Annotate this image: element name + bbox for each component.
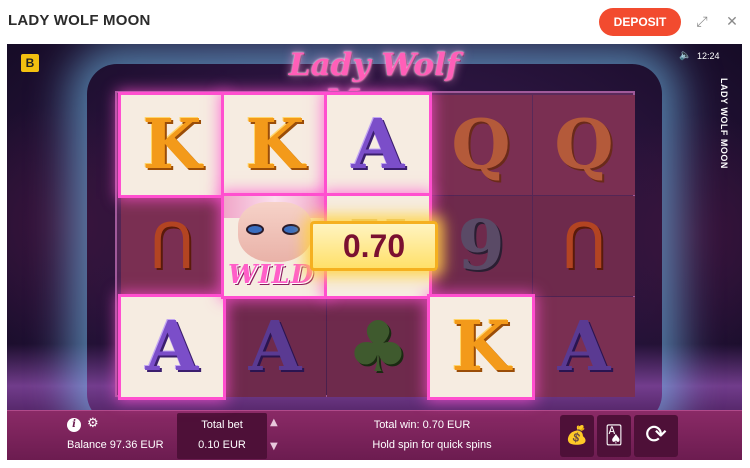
deposit-button[interactable]: DEPOSIT: [599, 8, 681, 36]
symbol-a: A: [351, 105, 405, 185]
reel-symbol: A: [327, 95, 429, 195]
brand-logo: B: [21, 54, 39, 72]
symbol-k: K: [451, 307, 511, 387]
vertical-game-title: LADY WOLF MOON: [719, 78, 729, 169]
reel-symbol: Q: [430, 95, 532, 195]
game-title: LADY WOLF MOON: [8, 12, 151, 29]
cards-icon[interactable]: 🂡: [597, 415, 631, 457]
total-bet-box[interactable]: Total bet 0.10 EUR: [177, 413, 267, 459]
reel-symbol: A: [224, 297, 326, 397]
info-icon[interactable]: i: [67, 418, 81, 432]
fullscreen-icon[interactable]: ⤢: [690, 10, 714, 34]
reel-symbol: Ո: [121, 196, 223, 296]
wild-face: [238, 202, 312, 262]
reel-symbol: Q: [533, 95, 635, 195]
horseshoe-icon: Ո: [561, 209, 607, 283]
reel-symbol: K: [121, 95, 223, 195]
reel-symbol: K: [430, 297, 532, 397]
symbol-k: K: [245, 105, 305, 185]
symbol-q: Q: [554, 105, 614, 185]
total-win-text: Total win: 0.70 EUR: [373, 419, 471, 431]
reel-symbol: ♣: [327, 297, 429, 397]
symbol-a: A: [557, 307, 611, 387]
symbol-k: K: [142, 105, 202, 185]
quick-spin-hint: Hold spin for quick spins: [372, 439, 492, 451]
reel-symbol: 9: [430, 196, 532, 296]
symbol-a: A: [248, 307, 302, 387]
bet-decrease-icon[interactable]: ▼: [270, 441, 278, 452]
reel-symbol: A: [533, 297, 635, 397]
clover-icon: ♣: [346, 306, 410, 388]
game-canvas[interactable]: B 🔈 12:24 LADY WOLF MOON Lady Wolf Moon …: [7, 44, 742, 460]
spin-button[interactable]: ⟳: [634, 415, 678, 457]
control-panel: i ⚙ Balance 97.36 EUR Total bet 0.10 EUR…: [7, 410, 742, 460]
clock: 12:24: [697, 51, 720, 61]
close-icon[interactable]: ✕: [720, 10, 744, 34]
gear-icon[interactable]: ⚙: [87, 416, 99, 431]
top-bar: LADY WOLF MOON DEPOSIT ⤢ ✕: [0, 0, 750, 44]
reel-symbol: A: [121, 297, 223, 397]
game-logo: Lady Wolf Moon: [288, 47, 460, 119]
sound-icon[interactable]: 🔈: [679, 50, 691, 61]
symbol-q: Q: [451, 105, 511, 185]
symbol-9: 9: [457, 206, 505, 286]
wild-label: WILD: [228, 260, 315, 290]
total-bet-label: Total bet: [201, 419, 243, 431]
bet-increase-icon[interactable]: ▲: [270, 417, 278, 428]
horseshoe-icon: Ո: [149, 209, 195, 283]
wild-eye-left: [248, 226, 262, 233]
win-amount-badge: 0.70: [310, 221, 438, 271]
reel-symbol: Ո: [533, 196, 635, 296]
money-bag-icon[interactable]: 💰: [560, 415, 594, 457]
total-bet-value: 0.10 EUR: [198, 439, 246, 451]
symbol-a: A: [145, 307, 199, 387]
balance-text: Balance 97.36 EUR: [67, 439, 164, 451]
wild-eye-right: [284, 226, 298, 233]
reel-symbol: K: [224, 95, 326, 195]
